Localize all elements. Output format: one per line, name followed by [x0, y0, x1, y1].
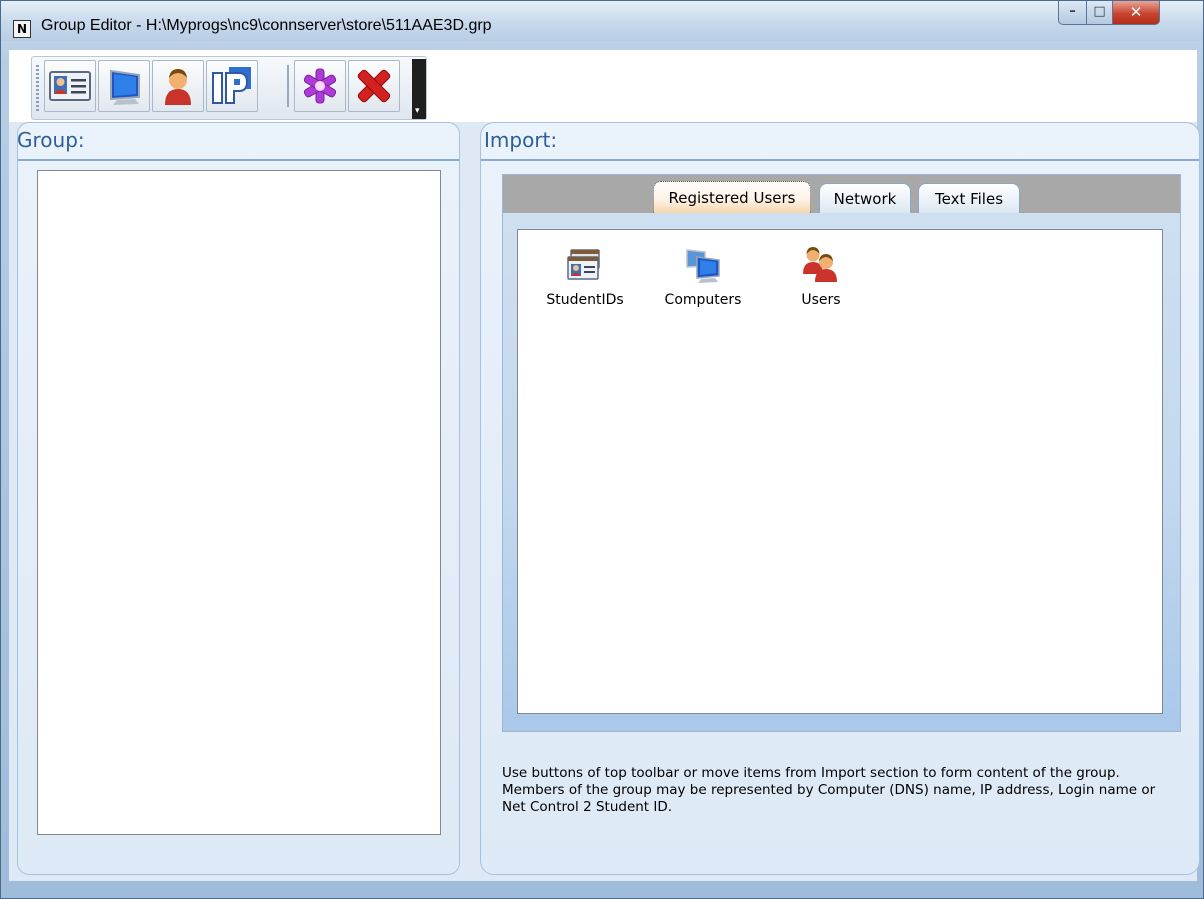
- tab-strip: Registered Users Network Text Files: [503, 175, 1180, 213]
- list-item-studentids[interactable]: StudentIDs: [530, 244, 640, 308]
- tab-network[interactable]: Network: [819, 183, 911, 213]
- add-user-button[interactable]: [152, 60, 204, 112]
- asterisk-star-icon: [303, 68, 337, 104]
- group-panel-header: Group:: [17, 123, 459, 161]
- chevron-down-icon: ▾: [415, 106, 420, 116]
- list-item-label: Users: [801, 292, 841, 308]
- list-item-label: Computers: [664, 292, 742, 308]
- import-panel: Import: Registered Users Network Text Fi…: [480, 122, 1200, 875]
- toolbar-strip: ▾: [9, 50, 1197, 122]
- close-icon: ✕: [1129, 3, 1143, 21]
- tab-registered-users[interactable]: Registered Users: [653, 181, 811, 213]
- add-ip-address-button[interactable]: [206, 60, 258, 112]
- delete-x-icon: [357, 69, 391, 103]
- toolbar-grip[interactable]: [36, 65, 39, 111]
- maximize-button[interactable]: □: [1086, 1, 1113, 25]
- delete-button[interactable]: [348, 60, 400, 112]
- registered-users-list[interactable]: StudentIDs Computers Users: [517, 229, 1163, 714]
- app-icon[interactable]: N: [13, 20, 31, 38]
- close-button[interactable]: ✕: [1112, 1, 1160, 25]
- users-icon: [801, 244, 841, 284]
- group-members-list[interactable]: [37, 170, 441, 835]
- main-toolbar: ▾: [31, 56, 427, 120]
- title-bar[interactable]: N Group Editor - H:\Myprogs\nc9\connserv…: [1, 1, 1203, 41]
- user-icon: [165, 69, 191, 105]
- maximize-icon: □: [1093, 4, 1106, 19]
- list-item-users[interactable]: Users: [766, 244, 876, 308]
- group-editor-window: N Group Editor - H:\Myprogs\nc9\connserv…: [0, 0, 1204, 899]
- window-title: Group Editor - H:\Myprogs\nc9\connserver…: [41, 17, 492, 34]
- import-panel-title: Import:: [484, 128, 558, 152]
- computers-icon: [683, 244, 723, 284]
- help-text: Use buttons of top toolbar or move items…: [502, 765, 1156, 815]
- minimize-button[interactable]: –: [1058, 1, 1087, 25]
- list-item-computers[interactable]: Computers: [648, 244, 758, 308]
- student-id-card-icon: [49, 71, 91, 101]
- toolbar-overflow-button[interactable]: ▾: [412, 59, 426, 119]
- group-panel: Group:: [17, 122, 460, 875]
- import-tabs: Registered Users Network Text Files Stud…: [502, 174, 1181, 732]
- client-area: ▾ Group: Import: Registered Users Networ…: [9, 50, 1200, 881]
- minimize-icon: –: [1069, 4, 1076, 19]
- tab-text-files[interactable]: Text Files: [918, 183, 1020, 213]
- add-student-id-button[interactable]: [44, 60, 96, 112]
- computer-monitor-icon: [110, 69, 140, 105]
- add-wildcard-button[interactable]: [294, 60, 346, 112]
- ip-address-icon: [212, 67, 251, 104]
- student-ids-icon: [565, 244, 605, 284]
- import-panel-header: Import:: [481, 123, 1199, 161]
- list-item-label: StudentIDs: [546, 292, 624, 308]
- group-panel-title: Group:: [17, 128, 85, 152]
- add-computer-button[interactable]: [98, 60, 150, 112]
- toolbar-separator: [287, 65, 289, 107]
